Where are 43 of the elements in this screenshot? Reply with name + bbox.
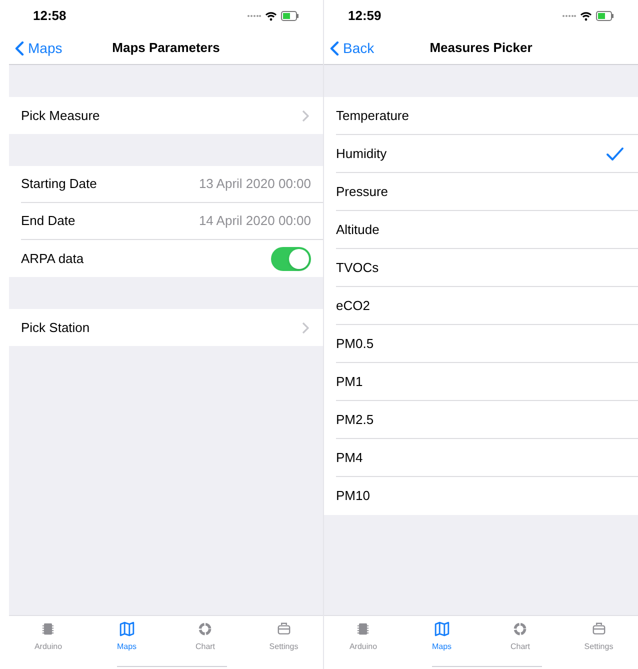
toggle-switch[interactable]	[271, 246, 311, 270]
list-item[interactable]: Pressure	[336, 182, 388, 202]
screen-title: Measures Picker	[430, 39, 532, 58]
back-button[interactable]: Back	[330, 38, 374, 58]
ring-icon	[197, 621, 214, 637]
list-item[interactable]: Pick Station	[21, 318, 90, 338]
chevron-left-icon	[330, 40, 339, 56]
chevron-right-icon	[302, 110, 309, 122]
row-label: End Date	[21, 212, 76, 230]
chevron-left-icon	[15, 40, 24, 56]
tab-item[interactable]: Maps	[402, 616, 481, 655]
wifi-icon	[580, 11, 592, 21]
status-time: 12:59	[348, 7, 382, 26]
list-item[interactable]: Temperature	[336, 106, 409, 126]
list-item[interactable]: Humidity	[336, 144, 387, 164]
list-item[interactable]: TVOCs	[336, 258, 379, 278]
list-item[interactable]: PM1	[336, 372, 363, 392]
back-button[interactable]: Maps	[15, 38, 62, 58]
screen-title: Maps Parameters	[112, 39, 220, 58]
battery-icon	[281, 11, 299, 21]
list-item[interactable]: Altitude	[336, 220, 380, 240]
map-icon	[434, 621, 450, 637]
map-icon	[118, 621, 135, 637]
battery-icon	[596, 11, 614, 21]
chevron-right-icon	[302, 322, 309, 334]
ring-icon	[512, 621, 528, 637]
list-item[interactable]: PM4	[336, 448, 363, 468]
list-item[interactable]: PM10	[336, 486, 370, 506]
list-item[interactable]: PM0.5	[336, 334, 374, 354]
list-item[interactable]: Pick Measure	[21, 106, 100, 126]
tab-item[interactable]: Maps	[88, 616, 166, 655]
row-label: ARPA data	[21, 250, 84, 268]
list-item[interactable]: eCO2	[336, 296, 370, 316]
wifi-icon	[265, 11, 277, 21]
row-label: Starting Date	[21, 175, 97, 194]
chip-icon	[40, 621, 56, 637]
signal-icon	[562, 14, 576, 18]
signal-icon	[247, 14, 261, 18]
list-item[interactable]: PM2.5	[336, 410, 374, 430]
status-time: 12:58	[33, 7, 66, 26]
toolbox-icon	[590, 621, 607, 637]
toolbox-icon	[276, 621, 292, 637]
chip-icon	[355, 621, 372, 637]
